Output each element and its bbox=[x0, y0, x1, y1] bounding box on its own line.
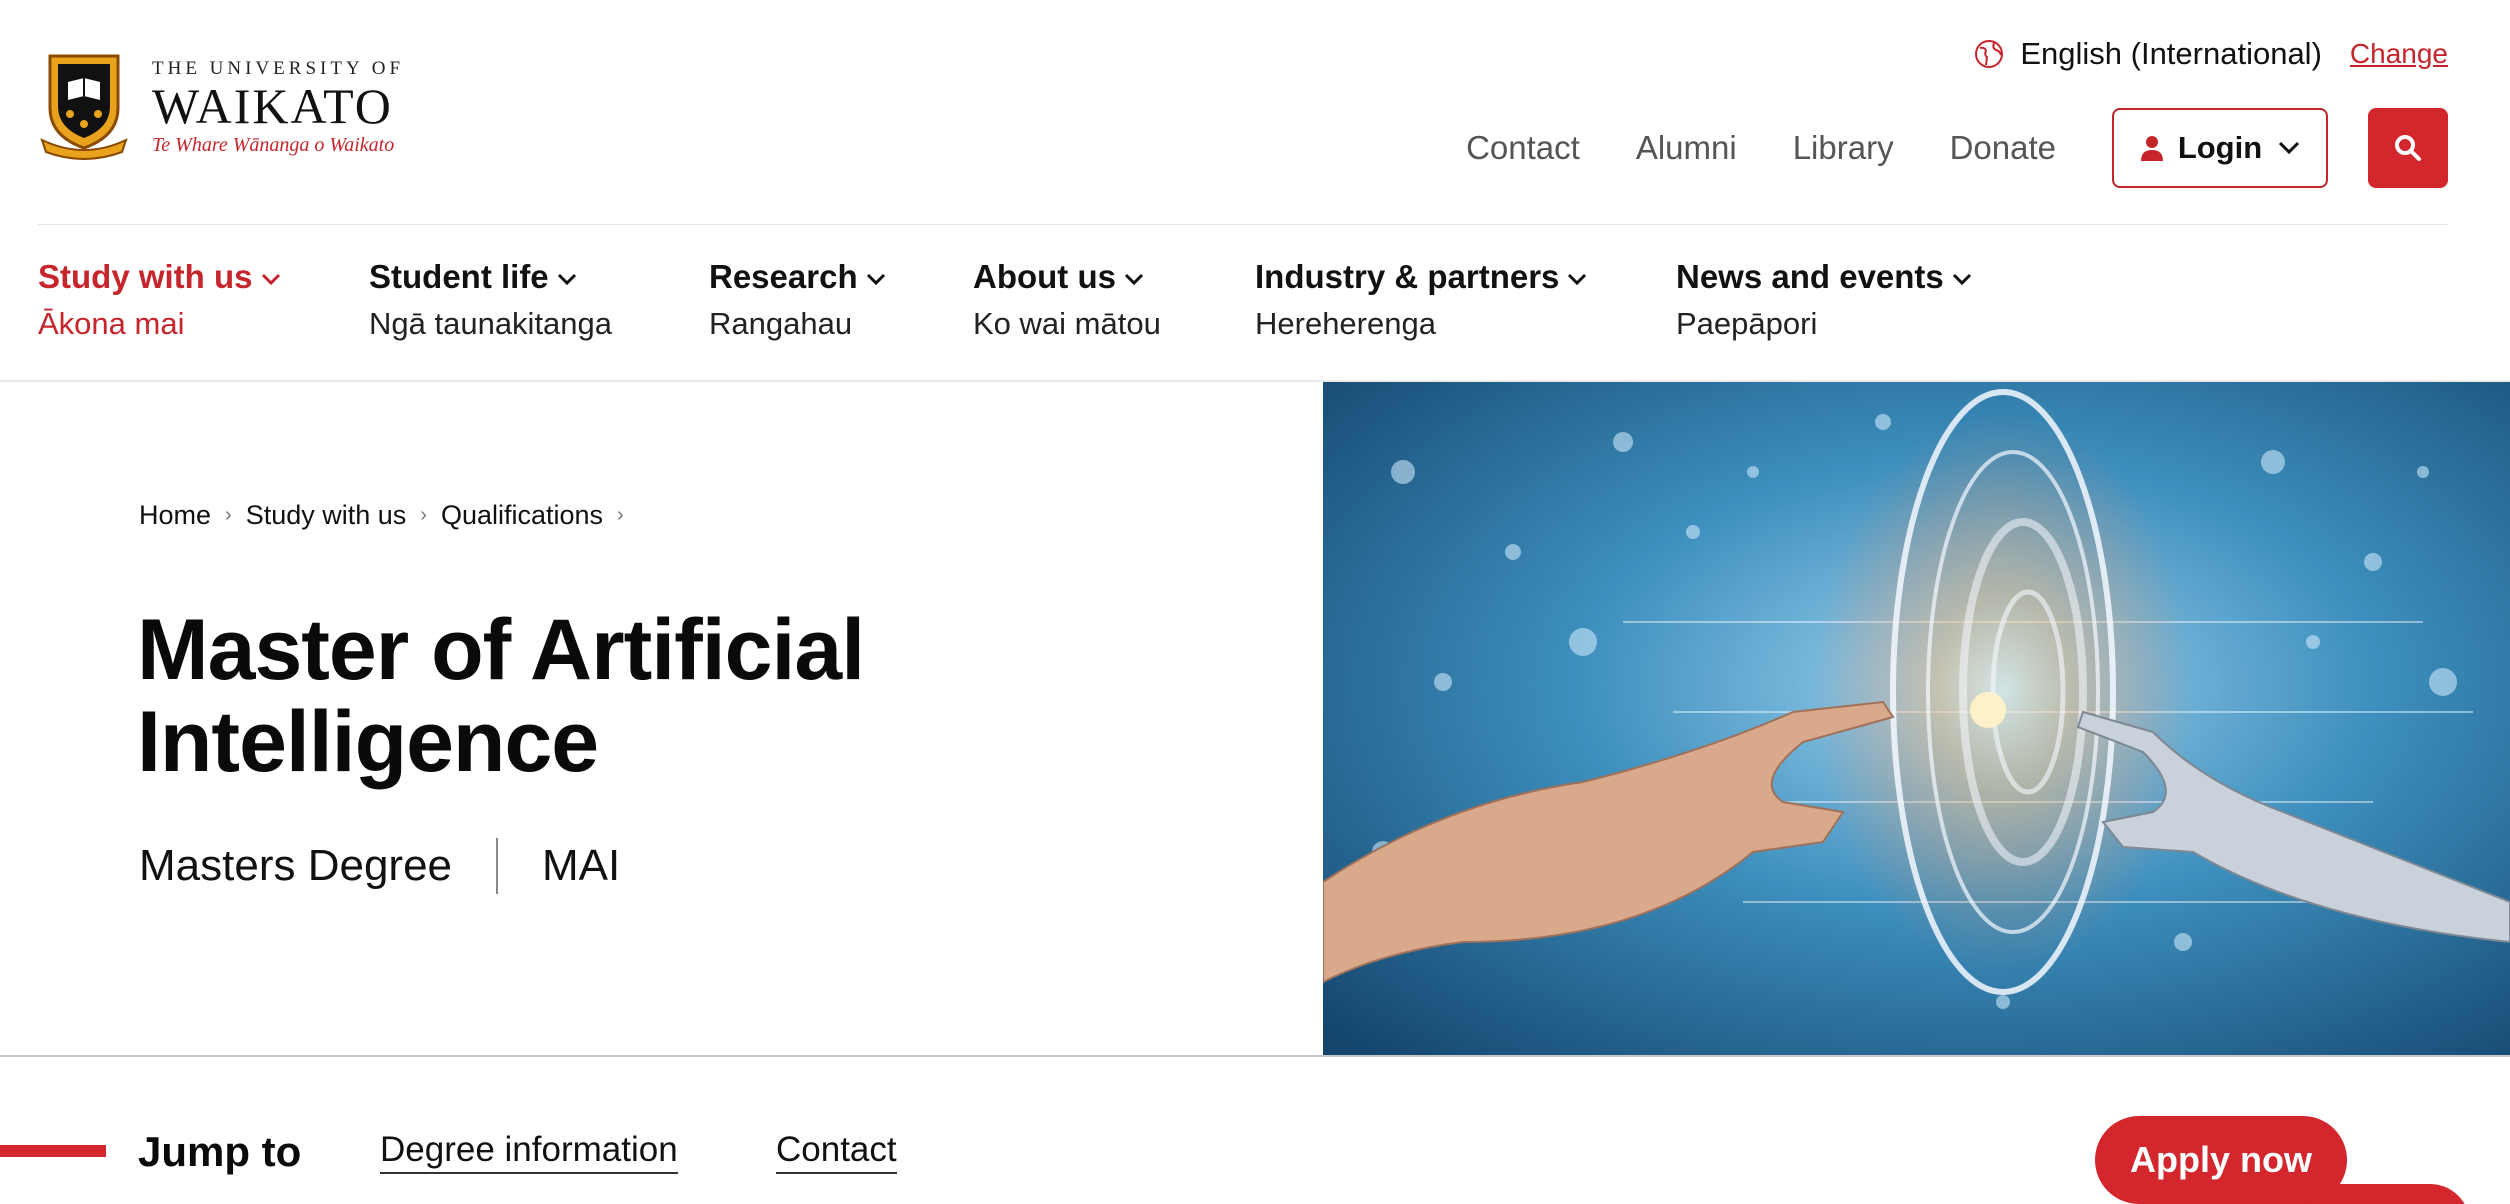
chevron-right-icon: › bbox=[617, 504, 624, 526]
hero-illustration bbox=[1323, 382, 2510, 1055]
logo-line-small: THE UNIVERSITY OF bbox=[152, 58, 405, 79]
language-label: English (International) bbox=[2020, 36, 2322, 71]
meta-divider bbox=[496, 838, 499, 894]
nav-item-research[interactable]: Research Rangahau bbox=[709, 258, 886, 342]
page-title-line-1: Master of Artificial bbox=[137, 602, 865, 698]
nav-item-title: Student life bbox=[369, 258, 549, 295]
jump-link-contact[interactable]: Contact bbox=[776, 1130, 897, 1174]
nav-item-subtitle: Hereherenga bbox=[1255, 306, 1436, 341]
search-icon bbox=[2395, 135, 2421, 161]
nav-item-subtitle: Rangahau bbox=[709, 306, 853, 341]
apply-now-button[interactable]: Apply now bbox=[2095, 1116, 2347, 1204]
chevron-right-icon: › bbox=[225, 504, 232, 526]
chevron-down-icon bbox=[557, 273, 576, 285]
nav-item-title: Study with us bbox=[38, 258, 253, 295]
nav-item-title: Industry & partners bbox=[1255, 258, 1560, 295]
hero-text-panel: Home › Study with us › Qualifications › … bbox=[0, 382, 1323, 1055]
degree-type: Masters Degree bbox=[139, 841, 453, 890]
logo-line-big: WAIKATO bbox=[152, 78, 393, 134]
change-language-link[interactable]: Change bbox=[2350, 38, 2448, 70]
logo-tagline: Te Whare Wānanga o Waikato bbox=[152, 134, 395, 156]
nav-item-news-events[interactable]: News and events Paepāpori bbox=[1676, 258, 1972, 342]
chevron-down-icon bbox=[1952, 273, 1971, 285]
crest-icon bbox=[40, 54, 128, 160]
login-label: Login bbox=[2177, 130, 2263, 165]
utility-link-library[interactable]: Library bbox=[1793, 129, 1894, 167]
jump-to-label: Jump to bbox=[138, 1128, 302, 1175]
nav-item-subtitle: Paepāpori bbox=[1676, 306, 1818, 341]
nav-item-student-life[interactable]: Student life Ngā taunakitanga bbox=[369, 258, 612, 342]
login-button[interactable]: Login bbox=[2112, 108, 2328, 188]
breadcrumb-qualifications[interactable]: Qualifications bbox=[441, 500, 603, 531]
nav-item-about-us[interactable]: About us Ko wai mātou bbox=[973, 258, 1161, 342]
university-logo[interactable]: THE UNIVERSITY OF WAIKATO Te Whare Wānan… bbox=[38, 48, 408, 162]
breadcrumb: Home › Study with us › Qualifications › bbox=[139, 500, 638, 531]
hero-image bbox=[1323, 382, 2510, 1055]
utility-link-donate[interactable]: Donate bbox=[1950, 129, 2056, 167]
page: THE UNIVERSITY OF WAIKATO Te Whare Wānan… bbox=[0, 0, 2510, 1204]
nav-item-title: Research bbox=[709, 258, 858, 295]
globe-icon bbox=[1975, 40, 2004, 68]
header-divider bbox=[38, 224, 2448, 225]
chevron-down-icon bbox=[2279, 141, 2300, 155]
page-title-line-2: Intelligence bbox=[137, 694, 599, 790]
nav-item-subtitle: Ngā taunakitanga bbox=[369, 306, 613, 341]
jump-accent-bar bbox=[0, 1145, 106, 1157]
degree-code: MAI bbox=[542, 841, 621, 890]
nav-item-subtitle: Ko wai mātou bbox=[973, 306, 1161, 341]
breadcrumb-home[interactable]: Home bbox=[139, 500, 211, 531]
degree-meta: Masters Degree MAI bbox=[139, 838, 620, 894]
nav-item-title: News and events bbox=[1676, 258, 1944, 295]
page-title: Master of Artificial Intelligence bbox=[137, 604, 1237, 788]
nav-item-title: About us bbox=[973, 258, 1116, 295]
breadcrumb-study-with-us[interactable]: Study with us bbox=[246, 500, 407, 531]
chevron-down-icon bbox=[1124, 273, 1144, 285]
nav-item-industry-partners[interactable]: Industry & partners Hereherenga bbox=[1255, 258, 1587, 342]
utility-link-contact[interactable]: Contact bbox=[1466, 129, 1580, 167]
hero-divider bbox=[0, 1055, 2510, 1057]
utility-nav: Contact Alumni Library Donate Login bbox=[1466, 108, 2448, 188]
language-selector: English (International) Change bbox=[1974, 34, 2448, 74]
jump-link-degree-information[interactable]: Degree information bbox=[380, 1130, 678, 1174]
search-button[interactable] bbox=[2368, 108, 2448, 188]
chevron-down-icon bbox=[1568, 273, 1587, 285]
nav-item-subtitle: Ākona mai bbox=[38, 306, 185, 341]
user-icon bbox=[2140, 136, 2163, 161]
chevron-right-icon: › bbox=[420, 504, 427, 526]
chevron-down-icon bbox=[866, 273, 885, 285]
nav-item-study-with-us[interactable]: Study with us Ākona mai bbox=[38, 258, 281, 342]
utility-link-alumni[interactable]: Alumni bbox=[1636, 129, 1737, 167]
chevron-down-icon bbox=[261, 273, 280, 285]
